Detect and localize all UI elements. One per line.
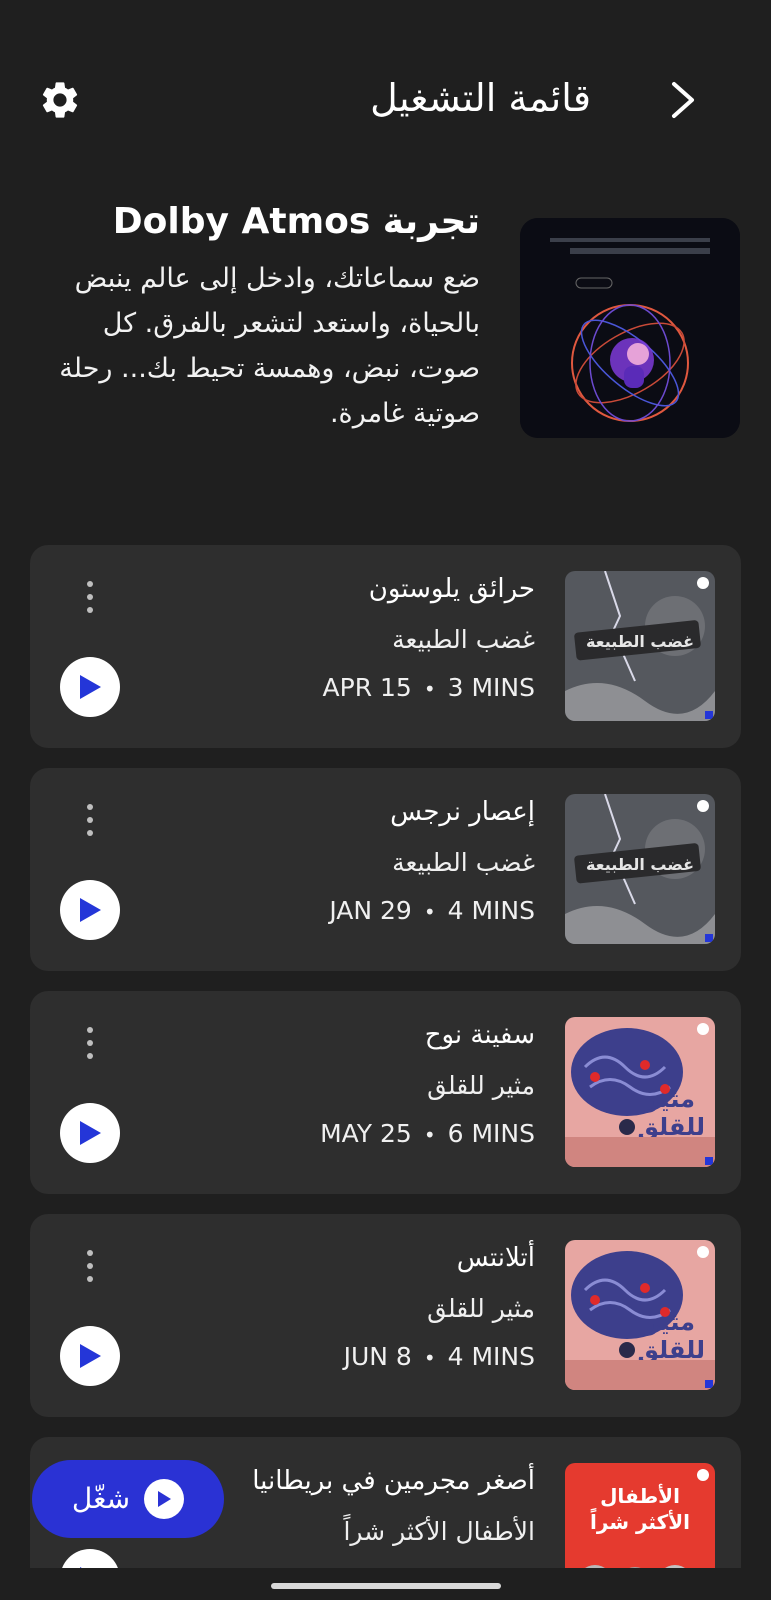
play-icon <box>80 898 101 922</box>
episode-title: أتلانتس <box>456 1243 535 1273</box>
episode-date: MAY 25 <box>320 1119 412 1148</box>
settings-button[interactable] <box>38 78 82 122</box>
play-episode-button[interactable] <box>60 880 120 940</box>
play-icon <box>80 1344 101 1368</box>
svg-text:غضب الطبيعة: غضب الطبيعة <box>586 632 694 651</box>
episode-show: غضب الطبيعة <box>392 625 535 654</box>
episode-artwork: غضب الطبيعة <box>565 571 715 721</box>
episode-date: APR 15 <box>322 673 412 702</box>
chevron-right-icon <box>672 82 694 118</box>
episode-meta: JAN 29 • 4 MINS <box>75 894 535 929</box>
episode-title: حرائق يلوستون <box>368 574 535 604</box>
promo-artwork <box>520 218 740 438</box>
separator-dot: • <box>423 1346 436 1370</box>
more-options-button[interactable] <box>72 1244 108 1288</box>
separator-dot: • <box>423 900 436 924</box>
svg-text:للقلق: للقلق <box>637 1113 705 1141</box>
episode-title: إعصار نرجس <box>390 797 535 827</box>
episode-title: سفينة نوح <box>424 1020 535 1050</box>
episode-duration: 3 MINS <box>447 673 535 702</box>
svg-text:مثير: مثير <box>645 1308 695 1336</box>
play-episode-button[interactable] <box>60 657 120 717</box>
more-options-button[interactable] <box>72 575 108 619</box>
episode-card[interactable]: مثير للقلق أتلانتس مثير للقلق JUN 8 • 4 MI… <box>30 1214 741 1417</box>
separator-dot: • <box>423 677 436 701</box>
more-options-button[interactable] <box>72 1021 108 1065</box>
episode-duration: 6 MINS <box>447 1119 535 1148</box>
play-episode-button[interactable] <box>60 1326 120 1386</box>
episode-list: غضب الطبيعة حرائق يلوستون غضب الطبيعة AP… <box>30 545 741 1600</box>
playlist-screen: قائمة التشغيل تجربة Dolby Atmos ضع سماعا… <box>0 0 771 1600</box>
play-icon <box>80 1121 101 1145</box>
play-all-label: شغّل <box>71 1482 131 1515</box>
episode-show: غضب الطبيعة <box>392 848 535 877</box>
svg-text:للقلق: للقلق <box>637 1336 705 1364</box>
svg-text:الأطفال: الأطفال <box>600 1483 680 1508</box>
home-indicator[interactable] <box>271 1583 501 1589</box>
page-title: قائمة التشغيل <box>370 76 591 120</box>
episode-show: مثير للقلق <box>427 1294 535 1323</box>
episode-info: حرائق يلوستون غضب الطبيعة APR 15 • 3 MINS <box>75 571 535 706</box>
episode-artwork: غضب الطبيعة <box>565 794 715 944</box>
episode-artwork: مثير للقلق <box>565 1017 715 1167</box>
svg-text:مثير: مثير <box>645 1085 695 1113</box>
promo-text: تجربة Dolby Atmos ضع سماعاتك، وادخل إلى … <box>40 196 480 436</box>
svg-text:غضب الطبيعة: غضب الطبيعة <box>586 855 694 874</box>
episode-date: JAN 29 <box>329 896 412 925</box>
episode-info: إعصار نرجس غضب الطبيعة JAN 29 • 4 MINS <box>75 794 535 929</box>
episode-card[interactable]: غضب الطبيعة حرائق يلوستون غضب الطبيعة AP… <box>30 545 741 748</box>
episode-show: مثير للقلق <box>427 1071 535 1100</box>
episode-meta: MAY 25 • 6 MINS <box>75 1117 535 1152</box>
play-all-button[interactable]: شغّل <box>32 1460 224 1538</box>
dolby-promo[interactable]: تجربة Dolby Atmos ضع سماعاتك، وادخل إلى … <box>40 196 740 456</box>
gear-icon <box>42 82 78 118</box>
episode-card[interactable]: مثير للقلق سفينة نوح مثير للقلق MAY 25 • 6… <box>30 991 741 1194</box>
svg-text:الأكثر شراً: الأكثر شراً <box>590 1508 690 1534</box>
episode-date: JUN 8 <box>343 1342 412 1371</box>
promo-description: ضع سماعاتك، وادخل إلى عالم ينبض بالحياة،… <box>59 263 480 429</box>
episode-card[interactable]: غضب الطبيعة إعصار نرجس غضب الطبيعة JAN 2… <box>30 768 741 971</box>
episode-artwork: مثير للقلق <box>565 1240 715 1390</box>
episode-duration: 4 MINS <box>447 896 535 925</box>
promo-title: تجربة Dolby Atmos <box>112 201 480 242</box>
episode-info: سفينة نوح مثير للقلق MAY 25 • 6 MINS <box>75 1017 535 1152</box>
episode-meta: JUN 8 • 4 MINS <box>75 1340 535 1375</box>
more-options-button[interactable] <box>72 798 108 842</box>
episode-meta: APR 15 • 3 MINS <box>75 671 535 706</box>
header: قائمة التشغيل <box>0 60 771 132</box>
play-circle-icon <box>144 1479 185 1519</box>
episode-duration: 4 MINS <box>447 1342 535 1371</box>
separator-dot: • <box>423 1123 436 1147</box>
episode-info: أتلانتس مثير للقلق JUN 8 • 4 MINS <box>75 1240 535 1375</box>
play-icon <box>80 675 101 699</box>
play-episode-button[interactable] <box>60 1103 120 1163</box>
back-button[interactable] <box>659 76 707 124</box>
